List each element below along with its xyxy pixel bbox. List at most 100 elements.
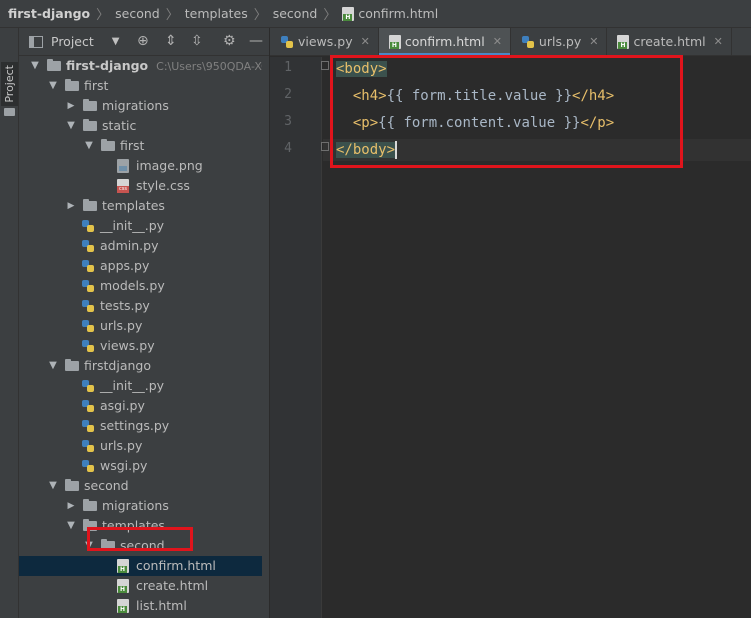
tree-file[interactable]: urls.py: [19, 316, 269, 336]
chevron-right-icon[interactable]: ▶: [65, 496, 77, 516]
gear-icon[interactable]: ⚙: [223, 34, 236, 48]
folder-icon: [83, 499, 97, 511]
tab-label: create.html: [633, 34, 706, 49]
chevron-right-icon[interactable]: ▶: [65, 96, 77, 116]
tree-folder[interactable]: ▼ first: [19, 76, 269, 96]
python-file-icon: [81, 319, 95, 333]
code-line: <h4>{{ form.title.value }}</h4>: [336, 86, 614, 106]
tree-folder[interactable]: ▶ templates: [19, 196, 269, 216]
folder-icon: [83, 519, 97, 531]
code-token: <h4>: [352, 88, 387, 104]
tool-window-strip: Project: [0, 28, 19, 618]
tree-folder[interactable]: ▼ second: [19, 476, 269, 496]
tree-folder[interactable]: ▶ migrations: [19, 496, 269, 516]
tree-file[interactable]: settings.py: [19, 416, 269, 436]
project-tool-label: Project: [3, 65, 16, 103]
tree-file[interactable]: __init__.py: [19, 216, 269, 236]
folder-icon: [65, 359, 79, 371]
tree-file[interactable]: __init__.py: [19, 376, 269, 396]
chevron-right-icon: 〉: [323, 8, 337, 23]
tree-folder[interactable]: ▼ first-django C:\Users\950QDA-XC5: [19, 56, 269, 76]
minimize-icon[interactable]: —: [249, 34, 263, 48]
close-icon[interactable]: ✕: [493, 35, 502, 48]
editor-tab[interactable]: urls.py ✕: [511, 28, 608, 55]
tab-label: views.py: [298, 34, 353, 49]
python-file-icon: [81, 299, 95, 313]
tree-folder[interactable]: ▶ migrations: [19, 96, 269, 116]
tree-item-label: static: [102, 118, 137, 133]
tree-item-label: first: [120, 138, 145, 153]
chevron-down-icon[interactable]: ▼: [29, 56, 41, 76]
breadcrumb-item[interactable]: templates: [185, 6, 248, 21]
tree-folder[interactable]: ▼ static: [19, 116, 269, 136]
collapse-all-icon[interactable]: ⇳: [191, 34, 203, 48]
tree-file[interactable]: wsgi.py: [19, 456, 269, 476]
python-file-icon: [81, 399, 95, 413]
close-icon[interactable]: ✕: [589, 35, 598, 48]
python-file-icon: [81, 259, 95, 273]
python-file-icon: [81, 339, 95, 353]
project-view-selector[interactable]: Project: [51, 34, 94, 49]
tree-item-label: models.py: [100, 278, 165, 293]
tree-file[interactable]: admin.py: [19, 236, 269, 256]
tree-folder[interactable]: ▼ second: [19, 536, 269, 556]
line-number: 4: [284, 141, 292, 156]
tree-item-label: migrations: [102, 498, 169, 513]
folder-icon: [101, 139, 115, 151]
tree-file[interactable]: urls.py: [19, 436, 269, 456]
tree-file[interactable]: tests.py: [19, 296, 269, 316]
tree-file[interactable]: image.png: [19, 156, 269, 176]
fold-marker-icon[interactable]: [321, 142, 329, 151]
tree-folder[interactable]: ▼ first: [19, 136, 269, 156]
tree-file[interactable]: models.py: [19, 276, 269, 296]
target-icon[interactable]: ⊕: [137, 34, 149, 48]
tree-file[interactable]: views.py: [19, 336, 269, 356]
tree-folder[interactable]: ▼ templates: [19, 516, 269, 536]
project-tool-button[interactable]: Project: [1, 62, 18, 106]
code-token: </body>: [336, 142, 396, 158]
folder-icon: [83, 119, 97, 131]
chevron-down-icon[interactable]: ▼: [65, 116, 77, 136]
close-icon[interactable]: ✕: [361, 35, 370, 48]
tree-item-label: second: [120, 538, 165, 553]
panel-splitter[interactable]: [262, 56, 269, 618]
folder-icon[interactable]: [4, 108, 15, 116]
tree-item-label: templates: [102, 198, 165, 213]
chevron-down-icon[interactable]: ▼: [47, 356, 59, 376]
chevron-down-icon[interactable]: ▼: [83, 136, 95, 156]
tree-item-label: apps.py: [100, 258, 150, 273]
breadcrumb-item[interactable]: confirm.html: [358, 6, 438, 21]
tree-file[interactable]: style.css: [19, 176, 269, 196]
tree-item-label: wsgi.py: [100, 458, 148, 473]
code-line: <body>: [336, 59, 387, 79]
tree-item-label: settings.py: [100, 418, 170, 433]
tree-file[interactable]: confirm.html: [19, 556, 269, 576]
editor-tabs: views.py✕confirm.html✕urls.py✕create.htm…: [270, 28, 751, 56]
tree-file[interactable]: apps.py: [19, 256, 269, 276]
tree-item-label: views.py: [100, 338, 155, 353]
editor-tab[interactable]: views.py ✕: [270, 28, 379, 55]
tree-folder[interactable]: ▼ firstdjango: [19, 356, 269, 376]
breadcrumb-item[interactable]: second: [115, 6, 160, 21]
code-editor[interactable]: 1234 <body> <h4>{{ form.title.value }}</…: [270, 55, 751, 618]
chevron-down-icon[interactable]: ▼: [47, 476, 59, 496]
project-path: C:\Users\950QDA-XC5: [156, 60, 269, 73]
expand-all-icon[interactable]: ⇕: [165, 34, 177, 48]
chevron-down-icon[interactable]: ▼: [47, 76, 59, 96]
tree-file[interactable]: list.html: [19, 596, 269, 616]
tree-file[interactable]: asgi.py: [19, 396, 269, 416]
breadcrumb-item[interactable]: second: [273, 6, 318, 21]
chevron-down-icon[interactable]: ▼: [112, 36, 120, 47]
close-icon[interactable]: ✕: [714, 35, 723, 48]
python-file-icon: [81, 459, 95, 473]
editor-tab[interactable]: confirm.html ✕: [378, 28, 511, 56]
fold-marker-icon[interactable]: [321, 61, 329, 70]
line-gutter: 1 2 3 4: [270, 57, 322, 618]
tree-file[interactable]: create.html: [19, 576, 269, 596]
chevron-down-icon[interactable]: ▼: [65, 516, 77, 536]
panel-icon: [29, 35, 43, 48]
chevron-down-icon[interactable]: ▼: [83, 536, 95, 556]
editor-tab[interactable]: create.html ✕: [607, 28, 732, 55]
breadcrumb-item[interactable]: first-django: [8, 6, 90, 21]
chevron-right-icon[interactable]: ▶: [65, 196, 77, 216]
